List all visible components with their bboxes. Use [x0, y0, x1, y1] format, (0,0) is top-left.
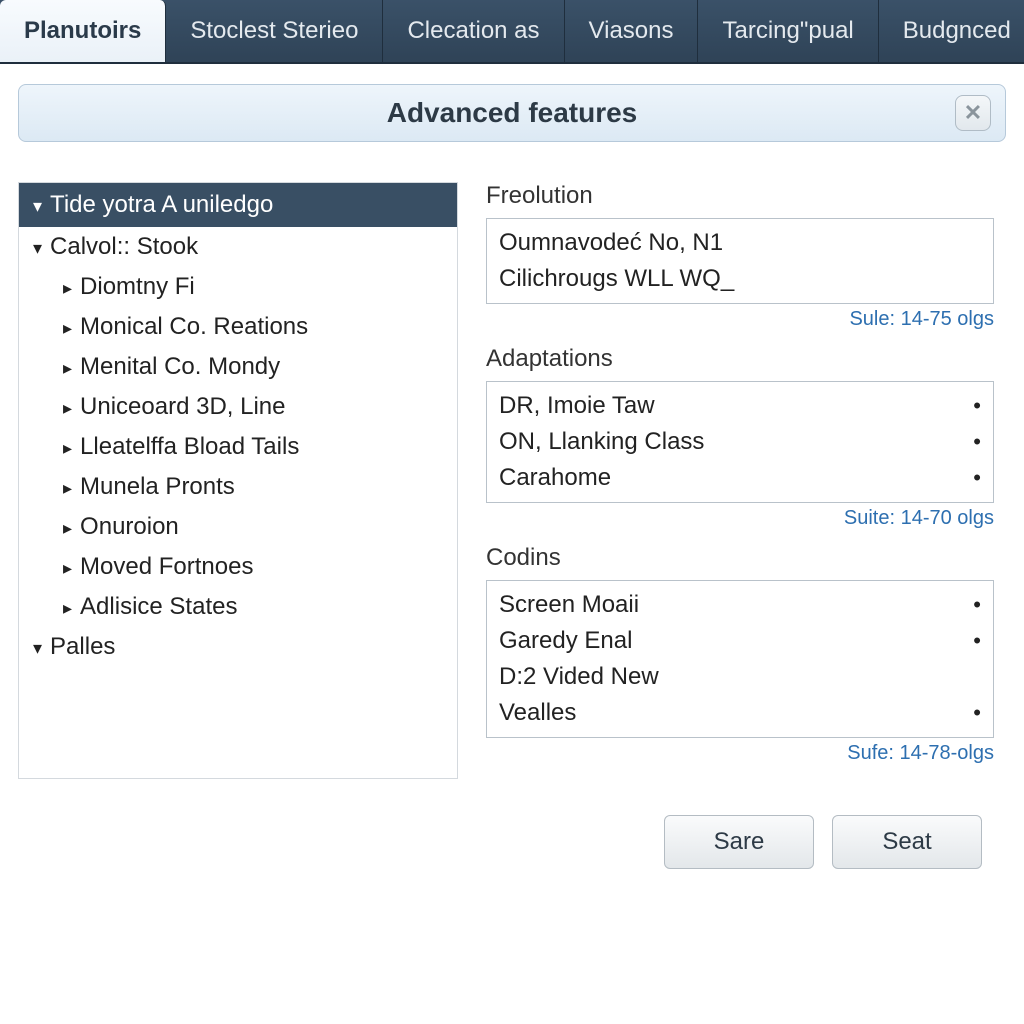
panel-title: Advanced features [387, 97, 638, 129]
list-item[interactable]: DR, Imoie Taw [499, 388, 981, 424]
caret-right-icon [63, 353, 72, 381]
tab-1[interactable]: Stoclest Sterieo [166, 0, 383, 62]
tree-node-label: Munela Pronts [80, 473, 235, 501]
seat-button-label: Seat [882, 828, 931, 855]
tree-node-label: Menital Co. Mondy [80, 353, 280, 381]
tree-node-3[interactable]: Menital Co. Mondy [19, 347, 457, 387]
tree-node-label: Lleatelffa Bload Tails [80, 433, 299, 461]
caret-right-icon [63, 553, 72, 581]
suite-link[interactable]: Sule: 14-75 olgs [486, 308, 994, 331]
bullet-icon [963, 591, 981, 619]
tree-node-label: Onuroion [80, 513, 179, 541]
list-item-text: Garedy Enal [499, 627, 632, 655]
tab-3[interactable]: Viasons [565, 0, 699, 62]
section-label: Codins [486, 544, 994, 572]
seat-button[interactable]: Seat [832, 815, 982, 869]
listbox[interactable]: Oumnavodeć No, N1 Cilichrougs WLL WQ_ [486, 218, 994, 304]
caret-right-icon [63, 473, 72, 501]
tree-node-5[interactable]: Lleatelffa Bload Tails [19, 427, 457, 467]
tree-node-6[interactable]: Munela Pronts [19, 467, 457, 507]
caret-right-icon [63, 513, 72, 541]
tree-node-2[interactable]: Monical Co. Reations [19, 307, 457, 347]
tree-node-7[interactable]: Onuroion [19, 507, 457, 547]
tree-panel: Tide yotra A uniledgo Calvol:: StookDiom… [18, 182, 458, 779]
tree-node-label: Moved Fortnoes [80, 553, 253, 581]
tree-node-label: Monical Co. Reations [80, 313, 308, 341]
list-item[interactable]: Garedy Enal [499, 623, 981, 659]
section-label: Adaptations [486, 345, 994, 373]
list-item-text: DR, Imoie Taw [499, 392, 655, 420]
suite-link[interactable]: Sufe: 14-78-olgs [486, 742, 994, 765]
suite-link[interactable]: Suite: 14-70 olgs [486, 507, 994, 530]
list-item[interactable]: Carahome [499, 460, 981, 496]
right-column: Freolution Oumnavodeć No, N1 Cilichrougs W… [486, 182, 1006, 779]
tree-root[interactable]: Tide yotra A uniledgo [19, 183, 457, 227]
list-item[interactable]: Screen Moaii [499, 587, 981, 623]
tab-5[interactable]: Budgnced [879, 0, 1024, 62]
list-item-text: Oumnavodeć No, N1 [499, 229, 723, 257]
caret-right-icon [63, 433, 72, 461]
caret-down-icon [33, 233, 42, 261]
caret-down-icon [33, 633, 42, 661]
tab-4[interactable]: Tarcing"pual [698, 0, 878, 62]
tab-2[interactable]: Clecation as [383, 0, 564, 62]
list-item-text: Vealles [499, 699, 576, 727]
list-item-text: ON, Llanking Class [499, 428, 704, 456]
panel-header: Advanced features ✕ [18, 84, 1006, 142]
caret-right-icon [63, 593, 72, 621]
section-2: Codins Screen Moaii Garedy Enal D:2 Vided N… [486, 544, 994, 765]
panel-wrapper: Advanced features ✕ Tide yotra A uniledg… [0, 64, 1024, 889]
tree-node-8[interactable]: Moved Fortnoes [19, 547, 457, 587]
listbox[interactable]: DR, Imoie Taw ON, Llanking Class Carahome [486, 381, 994, 503]
tab-0[interactable]: Planutoirs [0, 0, 166, 62]
close-icon: ✕ [964, 100, 982, 126]
list-item-text: Carahome [499, 464, 611, 492]
caret-down-icon [33, 191, 42, 219]
list-item[interactable]: Oumnavodeć No, N1 [499, 225, 981, 261]
list-item-text: D:2 Vided New [499, 663, 659, 691]
bullet-icon [963, 428, 981, 456]
listbox[interactable]: Screen Moaii Garedy Enal D:2 Vided New Veal… [486, 580, 994, 738]
list-item-text: Screen Moaii [499, 591, 639, 619]
bullet-icon [963, 699, 981, 727]
tab-bar: PlanutoirsStoclest SterieoClecation asVi… [0, 0, 1024, 64]
close-button[interactable]: ✕ [955, 95, 991, 131]
bullet-icon [963, 627, 981, 655]
list-item[interactable]: Cilichrougs WLL WQ_ [499, 261, 981, 297]
section-1: Adaptations DR, Imoie Taw ON, Llanking Cla… [486, 345, 994, 530]
tree-node-10[interactable]: Palles [19, 627, 457, 667]
section-label: Freolution [486, 182, 994, 210]
tree-node-label: Uniceoard 3D, Line [80, 393, 285, 421]
content-area: Tide yotra A uniledgo Calvol:: StookDiom… [18, 182, 1006, 779]
list-item[interactable]: ON, Llanking Class [499, 424, 981, 460]
tree-node-9[interactable]: Adlisice States [19, 587, 457, 627]
section-0: Freolution Oumnavodeć No, N1 Cilichrougs W… [486, 182, 994, 331]
tree-node-label: Adlisice States [80, 593, 237, 621]
list-item[interactable]: D:2 Vided New [499, 659, 981, 695]
tree-node-1[interactable]: Diomtny Fi [19, 267, 457, 307]
tree-node-label: Calvol:: Stook [50, 233, 198, 261]
tree-root-label: Tide yotra A uniledgo [50, 191, 273, 219]
tree-node-0[interactable]: Calvol:: Stook [19, 227, 457, 267]
caret-right-icon [63, 393, 72, 421]
caret-right-icon [63, 313, 72, 341]
tree-node-4[interactable]: Uniceoard 3D, Line [19, 387, 457, 427]
footer: Sare Seat [18, 779, 1006, 869]
list-item[interactable]: Vealles [499, 695, 981, 731]
tree-node-label: Diomtny Fi [80, 273, 195, 301]
bullet-icon [963, 464, 981, 492]
save-button[interactable]: Sare [664, 815, 814, 869]
tree-node-label: Palles [50, 633, 115, 661]
save-button-label: Sare [714, 828, 765, 855]
list-item-text: Cilichrougs WLL WQ_ [499, 265, 734, 293]
caret-right-icon [63, 273, 72, 301]
bullet-icon [963, 392, 981, 420]
